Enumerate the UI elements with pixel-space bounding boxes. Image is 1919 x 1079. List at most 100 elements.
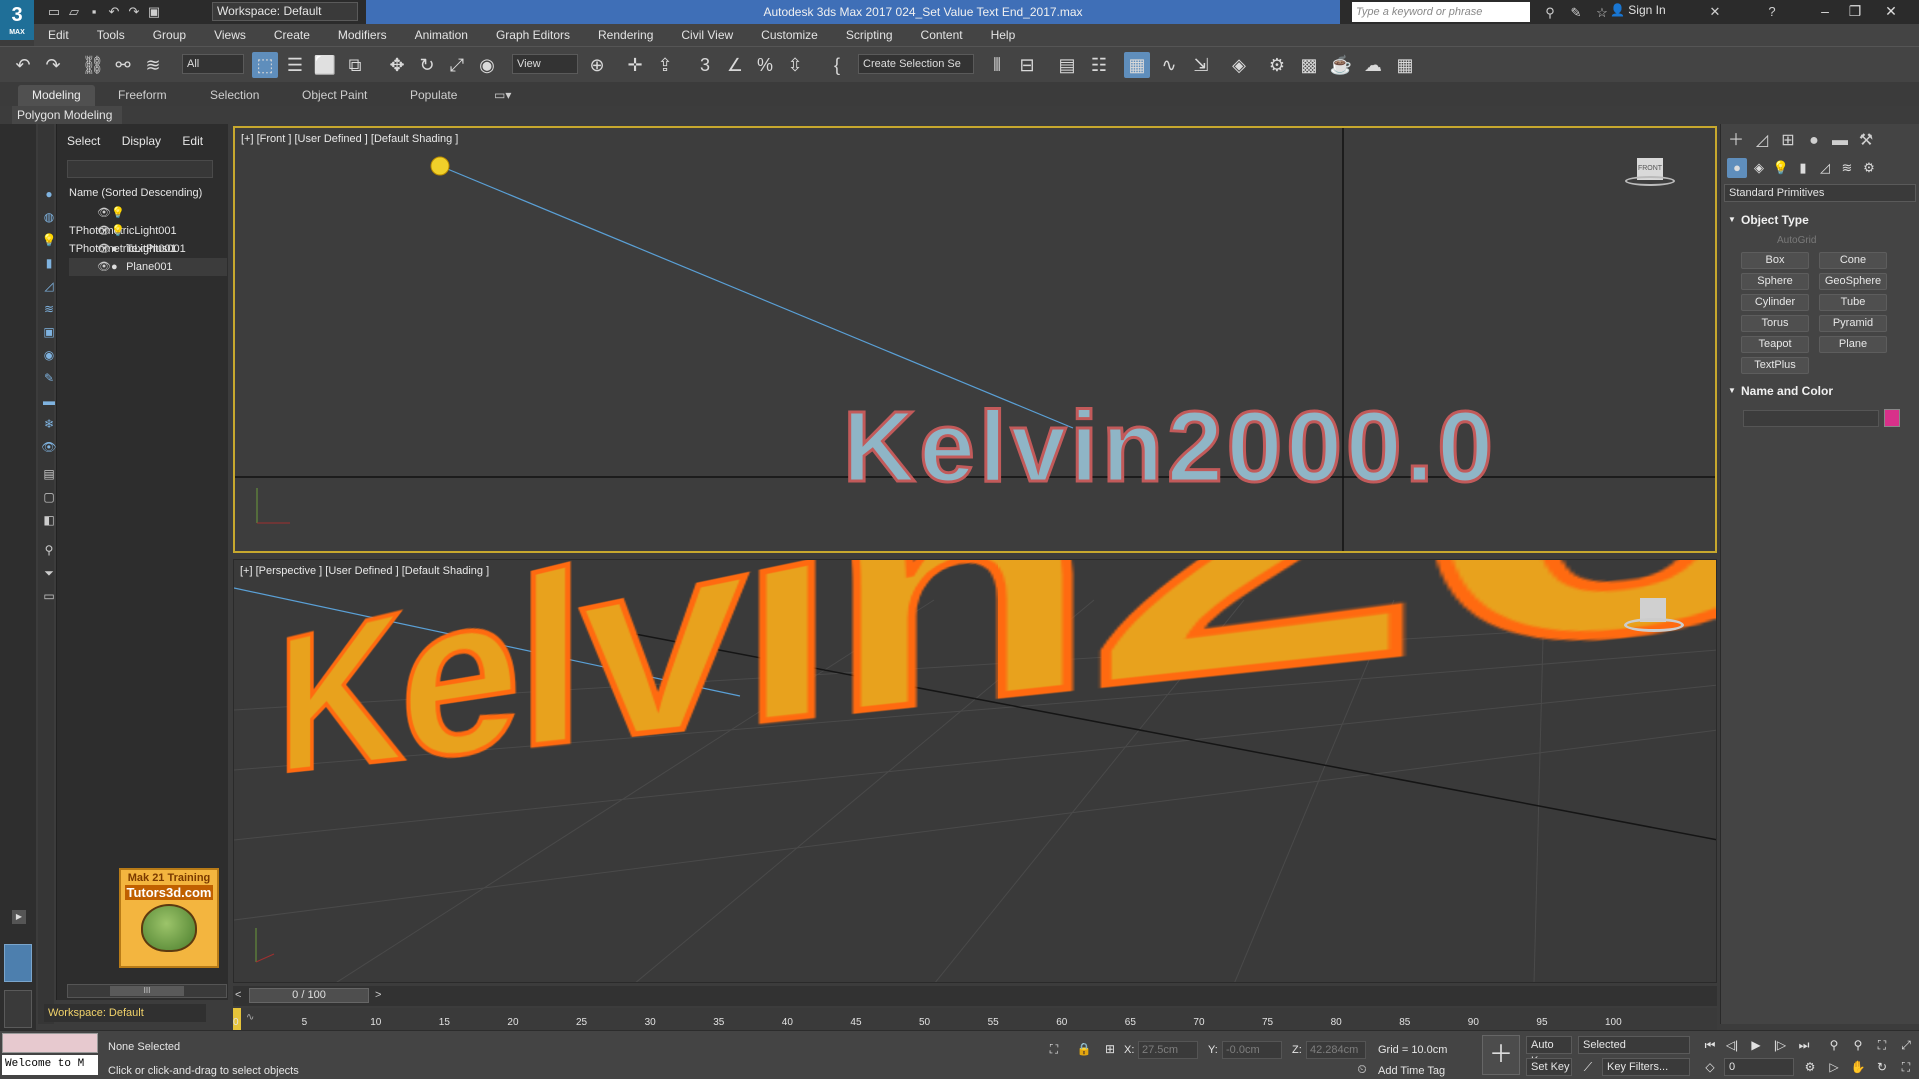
tab-modeling[interactable]: Modeling xyxy=(18,85,95,106)
toggle-ribbon-icon[interactable]: ▦ xyxy=(1124,52,1150,78)
y-coord-input[interactable]: -0.0cm xyxy=(1222,1041,1282,1059)
restore-button[interactable]: ❐ xyxy=(1840,0,1870,24)
shapes-category-icon[interactable]: ◈ xyxy=(1749,158,1769,178)
menu-create[interactable]: Create xyxy=(260,24,324,46)
sign-in-link[interactable]: 👤 Sign In xyxy=(1610,3,1666,17)
find-icon[interactable]: ⚲ xyxy=(41,542,57,558)
perspective-viewcube[interactable] xyxy=(1624,598,1684,638)
zoom-extents-all-icon[interactable]: ⤢ xyxy=(1896,1035,1916,1055)
light-bulb-icon[interactable]: 💡 xyxy=(111,204,125,222)
display-spacewarps-icon[interactable]: ≋ xyxy=(41,301,57,317)
explorer-menu-display[interactable]: Display xyxy=(113,130,170,152)
cone-button[interactable]: Cone xyxy=(1819,252,1887,269)
lights-category-icon[interactable]: 💡 xyxy=(1771,158,1791,178)
menu-customize[interactable]: Customize xyxy=(747,24,832,46)
render-in-cloud-icon[interactable]: ☁ xyxy=(1360,52,1386,78)
next-frame-arrow-icon[interactable]: > xyxy=(375,989,381,1001)
display-geometry-icon[interactable]: ◍ xyxy=(41,209,57,225)
explorer-horizontal-scrollbar[interactable]: III xyxy=(67,984,227,998)
selection-lock-icon[interactable]: 🔒 xyxy=(1074,1039,1094,1059)
curve-editor-mini-icon[interactable]: ∿ xyxy=(246,1012,254,1023)
light-bulb-icon[interactable]: 💡 xyxy=(111,222,125,240)
tube-button[interactable]: Tube xyxy=(1819,294,1887,311)
box-button[interactable]: Box xyxy=(1741,252,1809,269)
current-frame-field[interactable]: 0 xyxy=(1724,1058,1794,1076)
selection-lock-icon[interactable]: ▭ xyxy=(41,588,57,604)
menu-tools[interactable]: Tools xyxy=(83,24,139,46)
menu-edit[interactable]: Edit xyxy=(34,24,83,46)
place-icon[interactable]: ◉ xyxy=(474,52,500,78)
snap-3d-icon[interactable]: 3 xyxy=(692,52,718,78)
scene-explorer-toggle-icon[interactable]: ▤ xyxy=(1054,52,1080,78)
undo-icon[interactable]: ↶ xyxy=(104,2,124,22)
viewport-layout-tab-2[interactable] xyxy=(4,990,32,1028)
next-frame-icon[interactable]: |▷ xyxy=(1770,1035,1790,1055)
torus-button[interactable]: Torus xyxy=(1741,315,1809,332)
field-of-view-icon[interactable]: ▷ xyxy=(1824,1057,1844,1077)
communication-icon[interactable]: ✎ xyxy=(1566,3,1586,23)
menu-views[interactable]: Views xyxy=(200,24,260,46)
display-all-icon[interactable]: ▤ xyxy=(41,466,57,482)
pan-view-icon[interactable]: ✋ xyxy=(1848,1057,1868,1077)
object-type-rollout[interactable]: Object Type xyxy=(1725,211,1915,229)
x-coord-input[interactable]: 27.5cm xyxy=(1138,1041,1198,1059)
scale-icon[interactable]: ⤢ xyxy=(444,52,470,78)
orbit-icon[interactable]: ↻ xyxy=(1872,1057,1892,1077)
render-production-icon[interactable]: ☕ xyxy=(1328,52,1354,78)
autogrid-checkbox[interactable]: AutoGrid xyxy=(1777,235,1816,246)
visibility-eye-icon[interactable]: 👁 xyxy=(97,222,111,240)
layer-explorer-icon[interactable]: ☷ xyxy=(1086,52,1112,78)
explorer-menu-select[interactable]: Select xyxy=(58,130,109,152)
previous-frame-icon[interactable]: ◁| xyxy=(1722,1035,1742,1055)
display-none-icon[interactable]: ● xyxy=(41,186,57,202)
scrollbar-thumb[interactable]: III xyxy=(110,986,184,996)
material-editor-icon[interactable]: ◈ xyxy=(1226,52,1252,78)
ribbon-options-icon[interactable]: ▭▾ xyxy=(480,85,525,106)
geometry-category-icon[interactable]: ● xyxy=(1727,158,1747,178)
explorer-row[interactable]: 👁● Plane001 xyxy=(69,258,227,276)
help-icon[interactable]: ? xyxy=(1762,2,1782,22)
geosphere-button[interactable]: GeoSphere xyxy=(1819,273,1887,290)
spacewarps-category-icon[interactable]: ≋ xyxy=(1837,158,1857,178)
key-mode-dropdown[interactable]: Selected xyxy=(1578,1036,1690,1054)
explorer-row[interactable]: 👁💡 TPhotometricLight001 xyxy=(69,222,227,255)
front-viewport-label[interactable]: [+] [Front ] [User Defined ] [Default Sh… xyxy=(241,133,458,145)
app-logo[interactable]: 3 MAX xyxy=(0,0,34,40)
absolute-mode-icon[interactable]: ⊞ xyxy=(1100,1039,1120,1059)
set-key-big-icon[interactable]: ＋ xyxy=(1482,1035,1520,1075)
menu-graph-editors[interactable]: Graph Editors xyxy=(482,24,584,46)
viewcube-ring[interactable] xyxy=(1625,176,1675,186)
curve-editor-icon[interactable]: ∿ xyxy=(1156,52,1182,78)
angle-snap-icon[interactable]: ∠ xyxy=(722,52,748,78)
front-viewport[interactable]: [+] [Front ] [User Defined ] [Default Sh… xyxy=(233,126,1717,553)
move-icon[interactable]: ✥ xyxy=(384,52,410,78)
display-hidden-icon[interactable]: 👁 xyxy=(41,439,57,455)
display-tab-icon[interactable]: ▬ xyxy=(1829,130,1851,152)
binoculars-icon[interactable]: ⚲ xyxy=(1540,3,1560,23)
tab-freeform[interactable]: Freeform xyxy=(104,85,181,106)
explorer-search-input[interactable] xyxy=(67,160,213,178)
filter-icon[interactable]: ⏷ xyxy=(41,565,57,581)
go-to-start-icon[interactable]: ⏮ xyxy=(1700,1035,1720,1055)
display-helpers-icon[interactable]: ◿ xyxy=(41,278,57,294)
explorer-row[interactable]: 👁💡 TPhotometricLight001 xyxy=(69,204,227,237)
a360-gallery-icon[interactable]: ▦ xyxy=(1392,52,1418,78)
key-mode-toggle-icon[interactable]: ◇ xyxy=(1700,1057,1720,1077)
object-name-input[interactable] xyxy=(1743,410,1879,427)
new-file-icon[interactable]: ▭ xyxy=(44,2,64,22)
object-category-dropdown[interactable]: Standard Primitives xyxy=(1724,184,1916,202)
maximize-viewport-icon[interactable]: ⛶ xyxy=(1896,1057,1916,1077)
viewport-layout-tab-1[interactable] xyxy=(4,944,32,982)
visibility-eye-icon[interactable]: 👁 xyxy=(97,204,111,222)
display-groups-icon[interactable]: ▣ xyxy=(41,324,57,340)
isolate-selection-icon[interactable]: ⛶ xyxy=(1044,1039,1064,1059)
viewcube-ring[interactable] xyxy=(1624,618,1684,632)
save-file-icon[interactable]: ▪ xyxy=(84,2,104,22)
select-object-icon[interactable]: ⬚ xyxy=(252,52,278,78)
front-text-object[interactable]: Kelvin2000.0 xyxy=(842,390,1497,505)
hierarchy-tab-icon[interactable]: ⊞ xyxy=(1777,130,1799,152)
auto-key-button[interactable]: Auto Key xyxy=(1526,1036,1572,1067)
select-by-name-icon[interactable]: ☰ xyxy=(282,52,308,78)
render-setup-icon[interactable]: ⚙ xyxy=(1264,52,1290,78)
maxscript-listener-input[interactable] xyxy=(2,1033,98,1053)
